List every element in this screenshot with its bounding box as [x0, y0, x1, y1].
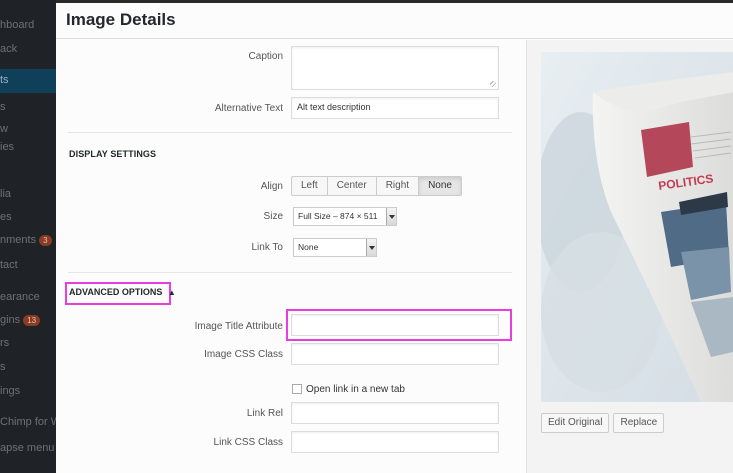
admin-menu-item[interactable]: ies: [0, 136, 56, 158]
link-css-class-label: Link CSS Class: [213, 437, 283, 448]
image-title-attribute-label: Image Title Attribute: [194, 321, 283, 332]
admin-menu-item[interactable]: earance: [0, 286, 56, 308]
caption-label: Caption: [248, 51, 283, 62]
admin-menu-label: s: [0, 361, 6, 373]
admin-menu-item[interactable]: ings: [0, 380, 56, 402]
link-rel-input[interactable]: [291, 402, 499, 424]
admin-menu-item[interactable]: lia: [0, 183, 56, 205]
admin-menu-label: ts: [0, 74, 9, 86]
collapse-arrow-icon: ▲: [167, 288, 176, 297]
image-css-class-input[interactable]: [291, 343, 499, 365]
admin-menu-label: hboard: [0, 19, 35, 31]
admin-menu-label: earance: [0, 291, 40, 303]
admin-menu-label: ings: [0, 385, 21, 397]
image-preview-panel: POLITICS Edit Original Replace: [526, 40, 733, 473]
admin-menu-label: nments: [0, 234, 37, 246]
caption-textarea[interactable]: [291, 46, 499, 90]
admin-sidebar: hboard ack ts s w ies lia es nments 3 tact earance g…: [0, 0, 56, 473]
size-select[interactable]: Full Size – 874 × 511: [293, 207, 397, 226]
image-edit-buttons: Edit Original Replace: [541, 413, 665, 433]
advanced-options-label: ADVANCED OPTIONS: [69, 287, 163, 297]
alt-text-value: Alt text description: [297, 102, 371, 112]
admin-menu-label: lia: [0, 188, 12, 200]
open-new-tab-checkbox[interactable]: [292, 384, 302, 394]
image-settings-panel: Caption Alternative Text Alt text descri…: [56, 40, 526, 473]
count-badge: 3: [39, 234, 52, 246]
align-left-button[interactable]: Left: [291, 176, 328, 196]
admin-menu-item[interactable]: Chimp for W: [0, 411, 56, 433]
link-rel-label: Link Rel: [246, 408, 283, 419]
image-preview: POLITICS: [541, 52, 733, 402]
admin-menu-item[interactable]: nments 3: [0, 229, 56, 251]
align-none-button[interactable]: None: [418, 176, 462, 196]
admin-menu-item[interactable]: tact: [0, 254, 56, 276]
link-to-select[interactable]: None: [293, 238, 377, 257]
admin-menu-label: rs: [0, 337, 10, 349]
admin-menu-item[interactable]: gins 13: [0, 309, 56, 331]
admin-menu-label: tact: [0, 259, 18, 271]
alt-text-input[interactable]: Alt text description: [291, 97, 499, 119]
divider: [68, 272, 512, 273]
link-css-class-input[interactable]: [291, 431, 499, 453]
dropdown-arrow-icon: [386, 208, 396, 225]
admin-menu-label: w: [0, 123, 8, 135]
admin-menu-item[interactable]: ack: [0, 38, 56, 60]
admin-menu-item[interactable]: ts: [0, 69, 56, 93]
divider: [68, 132, 512, 133]
admin-menu-item[interactable]: s: [0, 96, 56, 118]
modal-title: Image Details: [66, 10, 176, 29]
admin-menu-item[interactable]: es: [0, 206, 56, 228]
replace-button[interactable]: Replace: [613, 413, 665, 433]
newspaper-photo: POLITICS: [541, 52, 733, 402]
size-value: Full Size – 874 × 511: [298, 211, 378, 221]
dropdown-arrow-icon: [366, 239, 376, 256]
admin-menu-label: apse menu: [0, 442, 55, 454]
size-label: Size: [263, 211, 283, 222]
admin-menu-label: Chimp for W: [0, 416, 56, 428]
align-label: Align: [260, 181, 283, 192]
align-right-button[interactable]: Right: [375, 176, 420, 196]
image-title-attribute-input[interactable]: [291, 314, 499, 336]
link-to-label: Link To: [251, 242, 283, 253]
image-css-class-label: Image CSS Class: [204, 349, 283, 360]
align-button-group: Left Center Right None: [291, 176, 462, 196]
open-new-tab-label[interactable]: Open link in a new tab: [306, 384, 405, 395]
count-badge: 13: [23, 314, 41, 326]
align-center-button[interactable]: Center: [326, 176, 377, 196]
edit-original-button[interactable]: Edit Original: [541, 413, 610, 433]
admin-menu-label: s: [0, 101, 6, 113]
admin-menu-item[interactable]: s: [0, 356, 56, 378]
image-details-modal: Image Details Caption Alternative Text A…: [56, 0, 733, 473]
resize-grip-icon[interactable]: [490, 81, 496, 87]
admin-menu-label: es: [0, 211, 12, 223]
advanced-options-toggle[interactable]: ADVANCED OPTIONS ▲: [69, 287, 176, 297]
admin-menu-label: ack: [0, 43, 18, 55]
admin-menu-item[interactable]: hboard: [0, 14, 56, 36]
link-to-value: None: [298, 242, 319, 252]
admin-menu-item[interactable]: apse menu: [0, 437, 56, 459]
admin-menu-label: gins: [0, 314, 21, 326]
admin-menu-item[interactable]: rs: [0, 332, 56, 354]
alt-text-label: Alternative Text: [214, 103, 283, 114]
admin-menu-label: ies: [0, 141, 15, 153]
modal-header: Image Details: [56, 0, 733, 39]
display-settings-heading: DISPLAY SETTINGS: [69, 149, 157, 159]
modal-top-bar: [56, 0, 733, 3]
